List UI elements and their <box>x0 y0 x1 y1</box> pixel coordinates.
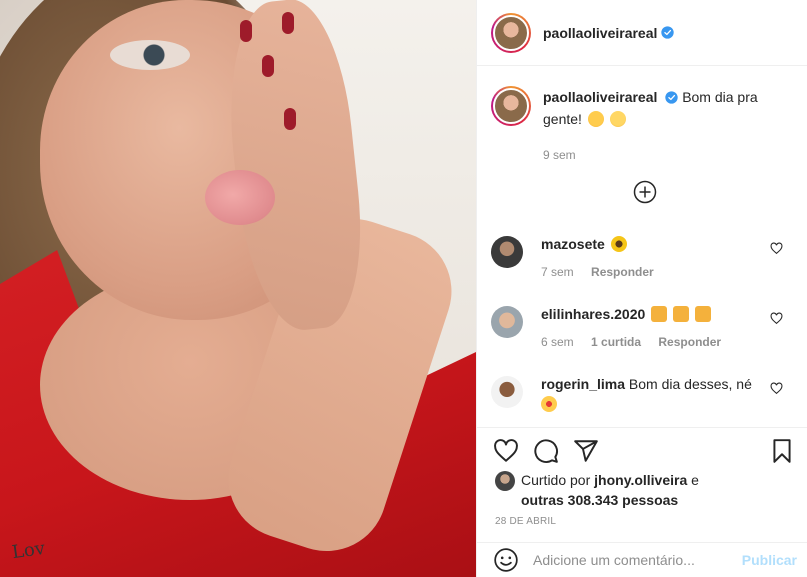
commenter-avatar[interactable] <box>491 376 523 408</box>
post-header: paollaoliveirareal <box>477 0 807 66</box>
photo-nail <box>240 20 252 42</box>
reply-button[interactable]: Responder <box>658 335 721 349</box>
post-caption: paollaoliveirareal Bom dia pra gente! 9 … <box>491 86 797 166</box>
plus-circle-icon[interactable] <box>633 180 657 204</box>
author-username[interactable]: paollaoliveirareal <box>543 25 657 41</box>
comment-input[interactable] <box>533 552 742 568</box>
caption-timestamp[interactable]: 9 sem <box>543 144 773 166</box>
caption-author-avatar[interactable] <box>491 86 531 126</box>
like-comment-heart-icon[interactable] <box>770 242 783 255</box>
photo-nail <box>282 12 294 34</box>
comment-username[interactable]: elilinhares.2020 <box>541 306 645 322</box>
smiling-face-with-hearts-icon <box>587 111 604 127</box>
post-comment-button[interactable]: Publicar <box>742 552 797 568</box>
divider <box>477 427 807 428</box>
like-comment-heart-icon[interactable] <box>770 382 783 395</box>
commenter-avatar[interactable] <box>491 236 523 268</box>
comment-timestamp[interactable]: 7 sem <box>541 265 574 279</box>
comment-likes-count[interactable]: 1 curtida <box>591 335 641 349</box>
star-struck-icon <box>541 396 557 412</box>
post-photo[interactable]: Lov <box>0 0 476 577</box>
likes-connector: e <box>691 472 699 488</box>
verified-badge-icon <box>665 91 678 104</box>
raising-hands-icon <box>694 306 711 322</box>
comment-username[interactable]: rogerin_lima <box>541 376 625 392</box>
photo-nail <box>284 108 296 130</box>
likes-summary: Curtido por jhony.olliveira e outras 308… <box>495 470 699 510</box>
comment-item: rogerin_lima Bom dia desses, né <box>491 374 797 414</box>
photo-eye <box>110 40 190 70</box>
liker-username[interactable]: jhony.olliveira <box>594 472 687 488</box>
bookmark-icon[interactable] <box>769 438 795 464</box>
liker-avatar[interactable] <box>495 471 515 491</box>
sleeping-face-icon <box>609 111 626 127</box>
raising-hands-icon <box>651 306 668 322</box>
post-date[interactable]: 28 DE ABRIL <box>495 516 556 527</box>
likes-prefix: Curtido por <box>521 472 591 488</box>
comment-item: mazosete 7 sem Responder <box>491 234 797 282</box>
comment-item: elilinhares.2020 6 sem 1 curtida Respond… <box>491 304 797 352</box>
like-comment-heart-icon[interactable] <box>770 312 783 325</box>
commenter-avatar[interactable] <box>491 306 523 338</box>
add-comment-form: Publicar <box>477 542 807 577</box>
emoji-picker-icon[interactable] <box>493 547 519 573</box>
comment-timestamp[interactable]: 6 sem <box>541 335 574 349</box>
sunflower-icon <box>610 236 627 252</box>
verified-badge-icon <box>661 26 675 39</box>
caption-author-username[interactable]: paollaoliveirareal <box>543 89 657 105</box>
heart-icon[interactable] <box>493 438 519 464</box>
likes-others-link[interactable]: outras 308.343 pessoas <box>521 492 678 508</box>
comment-icon[interactable] <box>533 438 559 464</box>
photo-lips <box>205 170 275 225</box>
comment-text: Bom dia desses, né <box>628 376 752 392</box>
author-avatar[interactable] <box>491 12 531 53</box>
post-action-bar <box>493 438 795 466</box>
reply-button[interactable]: Responder <box>591 265 654 279</box>
photo-nail <box>262 55 274 77</box>
share-icon[interactable] <box>573 438 599 464</box>
post-details-panel: paollaoliveirareal paollaoliveirareal Bo… <box>476 0 807 577</box>
raising-hands-icon <box>673 306 690 322</box>
comment-username[interactable]: mazosete <box>541 236 605 252</box>
